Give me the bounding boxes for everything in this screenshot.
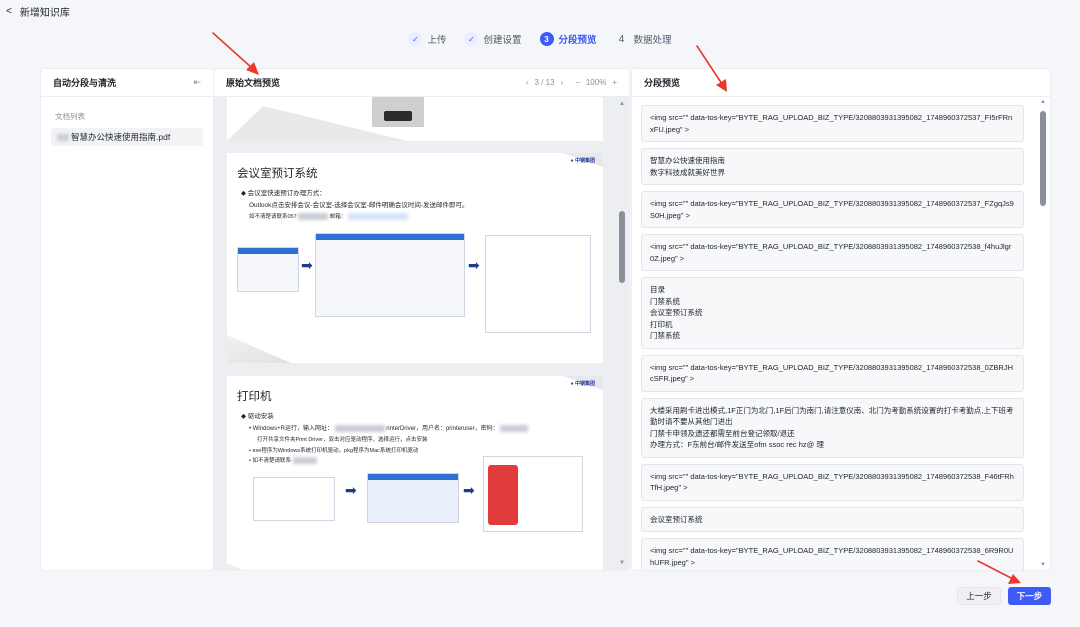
check-icon: ✓ xyxy=(408,32,423,46)
slide-text: ◆ 会议室快速预订办理方式： xyxy=(241,190,326,197)
segment-card[interactable]: <img src="" data-tos-key="BYTE_RAG_UPLOA… xyxy=(641,191,1024,228)
logo-icon: ● 中钢集团 xyxy=(570,381,595,387)
slide-page: ● 中钢集团 打印机 ◆ 驱动安装 • Windows+R运行，输入网址： ri… xyxy=(227,376,603,570)
segment-card[interactable]: 智慧办公快速使用指南 数字科技成就美好世界 xyxy=(641,148,1024,185)
scrollbar-thumb[interactable] xyxy=(619,211,625,283)
step-upload[interactable]: ✓ 上传 xyxy=(408,32,446,46)
segment-card[interactable]: <img src="" data-tos-key="BYTE_RAG_UPLOA… xyxy=(641,354,1024,392)
left-panel-title: 自动分段与清洗 xyxy=(53,78,117,88)
arrow-right-icon: ➡ xyxy=(301,257,313,273)
segment-preview-title: 分段预览 xyxy=(644,78,681,88)
page-title: 新增知识库 xyxy=(19,7,70,19)
stepper: ✓ 上传 ✓ 创建设置 3 分段预览 4 数据处理 xyxy=(0,32,1080,46)
redacted-mark xyxy=(347,213,408,221)
step-preview[interactable]: 3 分段预览 xyxy=(539,32,597,46)
slide-text: ◆ 驱动安装 xyxy=(241,413,274,420)
file-name: 智慧办公快速使用指南.pdf xyxy=(71,132,171,142)
segment-card[interactable]: 目录 门禁系统 会议室预订系统 打印机 门禁系统 xyxy=(641,277,1024,349)
screenshot-installer xyxy=(483,456,583,532)
scroll-down-icon[interactable]: ▼ xyxy=(1039,562,1047,568)
slide-text: 如不清楚请联系057 xyxy=(249,214,297,220)
file-list-label: 文档列表 xyxy=(55,112,85,121)
page-indicator: 3 / 13 xyxy=(534,78,555,87)
screenshot-run-dialog xyxy=(253,477,335,521)
zoom-in-icon[interactable]: + xyxy=(612,78,617,87)
scrollbar-thumb[interactable] xyxy=(1040,111,1046,206)
slide-text: rinterDriver，用户名：printeruser，密码： xyxy=(386,426,499,432)
top-bar: < 新增知识库 xyxy=(0,0,1080,22)
previous-step-button[interactable]: 上一步 xyxy=(957,587,1001,605)
step-settings[interactable]: ✓ 创建设置 xyxy=(464,32,522,46)
left-panel-header: 自动分段与清洗 ⇤ xyxy=(41,69,213,97)
slide-page-partial xyxy=(227,97,603,141)
check-icon: ✓ xyxy=(464,32,479,46)
segment-card[interactable]: 会议室预订系统 xyxy=(641,506,1024,532)
zoom-level: 100% xyxy=(585,78,607,87)
slide-text: • exe程序为Windows系统打印机驱动，pkg程序为Mac系统打印机驱动 xyxy=(249,448,419,454)
prev-page-icon[interactable]: ‹ xyxy=(526,78,529,87)
step-label: 分段预览 xyxy=(558,35,597,46)
next-page-icon[interactable]: › xyxy=(561,78,564,87)
screenshot-room-list xyxy=(485,235,591,333)
step-label: 数据处理 xyxy=(633,35,672,46)
slide-title: 打印机 xyxy=(237,391,272,403)
slide-text: Outlook点击安排会议-会议室-选择会议室-邮件明确会议时间-发送邮件即可。 xyxy=(249,202,469,209)
redacted-mark xyxy=(500,424,529,432)
chevron-left-icon[interactable]: < xyxy=(6,6,12,17)
step-label: 创建设置 xyxy=(483,35,522,46)
slide-decoration xyxy=(227,335,291,363)
segment-preview-header: 分段预览 xyxy=(632,69,1050,97)
scroll-up-icon[interactable]: ▲ xyxy=(1039,99,1047,105)
segment-card[interactable]: <img src="" data-tos-key="BYTE_RAG_UPLOA… xyxy=(641,234,1024,271)
zoom-out-icon[interactable]: − xyxy=(575,78,580,87)
slide-photo xyxy=(372,97,424,127)
document-preview-panel: 原始文档预览 ‹ 3 / 13 › − 100% + ● 中钢集团 会议室预订系… xyxy=(214,68,630,571)
screenshot-security-dialog xyxy=(367,473,459,523)
segment-preview-panel: 分段预览 <img src="" data-tos-key="BYTE_RAG_… xyxy=(631,68,1051,571)
redacted-mark xyxy=(334,424,385,432)
file-list-item[interactable]: 智慧办公快速使用指南.pdf xyxy=(51,128,203,146)
step-processing[interactable]: 4 数据处理 xyxy=(615,32,672,47)
arrow-right-icon: ➡ xyxy=(468,257,480,273)
segment-list: <img src="" data-tos-key="BYTE_RAG_UPLOA… xyxy=(632,97,1050,570)
slide-text: • Windows+R运行，输入网址： xyxy=(249,426,333,432)
redacted-mark xyxy=(298,213,329,221)
segment-card[interactable]: <img src="" data-tos-key="BYTE_RAG_UPLOA… xyxy=(641,538,1024,570)
segment-scrollbar[interactable]: ▲ ▼ xyxy=(1039,99,1047,568)
slide-decoration xyxy=(227,563,291,570)
step-label: 上传 xyxy=(427,35,447,46)
arrow-right-icon: ➡ xyxy=(463,482,475,498)
slide-text: 邮箱： xyxy=(329,214,347,220)
collapse-icon[interactable]: ⇤ xyxy=(193,77,201,88)
slide-text: • 如不清楚请联系 xyxy=(249,458,291,464)
logo-icon: ● 中钢集团 xyxy=(570,158,595,164)
slide-title: 会议室预订系统 xyxy=(237,168,318,180)
redacted-mark xyxy=(57,133,69,141)
slide-text: 打开共享文件夹Print Driver，双击对应驱动程序，选择运行，点击安装 xyxy=(257,437,428,443)
arrow-right-icon: ➡ xyxy=(345,482,357,498)
preview-header: 原始文档预览 ‹ 3 / 13 › − 100% + xyxy=(214,69,629,97)
scroll-down-icon[interactable]: ▼ xyxy=(618,560,626,566)
scroll-up-icon[interactable]: ▲ xyxy=(618,101,626,107)
preview-title: 原始文档预览 xyxy=(226,78,281,88)
redacted-mark xyxy=(292,457,317,465)
segment-card[interactable]: <img src="" data-tos-key="BYTE_RAG_UPLOA… xyxy=(641,463,1024,501)
preview-controls: ‹ 3 / 13 › − 100% + xyxy=(526,78,617,87)
step-number: 3 xyxy=(539,32,554,46)
segment-card[interactable]: 大楼采用刷卡进出模式,1F正门为北门,1F后门为南门,请注意仪南、北门为考勤系统… xyxy=(641,397,1024,458)
slide-page: ● 中钢集团 会议室预订系统 ◆ 会议室快速预订办理方式： Outlook点击安… xyxy=(227,153,603,363)
screenshot-meeting-form xyxy=(315,233,465,317)
screenshot-outlook-ribbon xyxy=(237,247,299,292)
preview-scrollbar[interactable]: ▲ ▼ xyxy=(618,101,626,566)
next-step-button[interactable]: 下一步 xyxy=(1008,587,1051,605)
left-panel: 自动分段与清洗 ⇤ 文档列表 智慧办公快速使用指南.pdf xyxy=(40,68,214,571)
segment-card[interactable]: <img src="" data-tos-key="BYTE_RAG_UPLOA… xyxy=(641,105,1024,142)
step-number: 4 xyxy=(618,33,625,45)
preview-canvas[interactable]: ● 中钢集团 会议室预订系统 ◆ 会议室快速预订办理方式： Outlook点击安… xyxy=(214,97,629,570)
